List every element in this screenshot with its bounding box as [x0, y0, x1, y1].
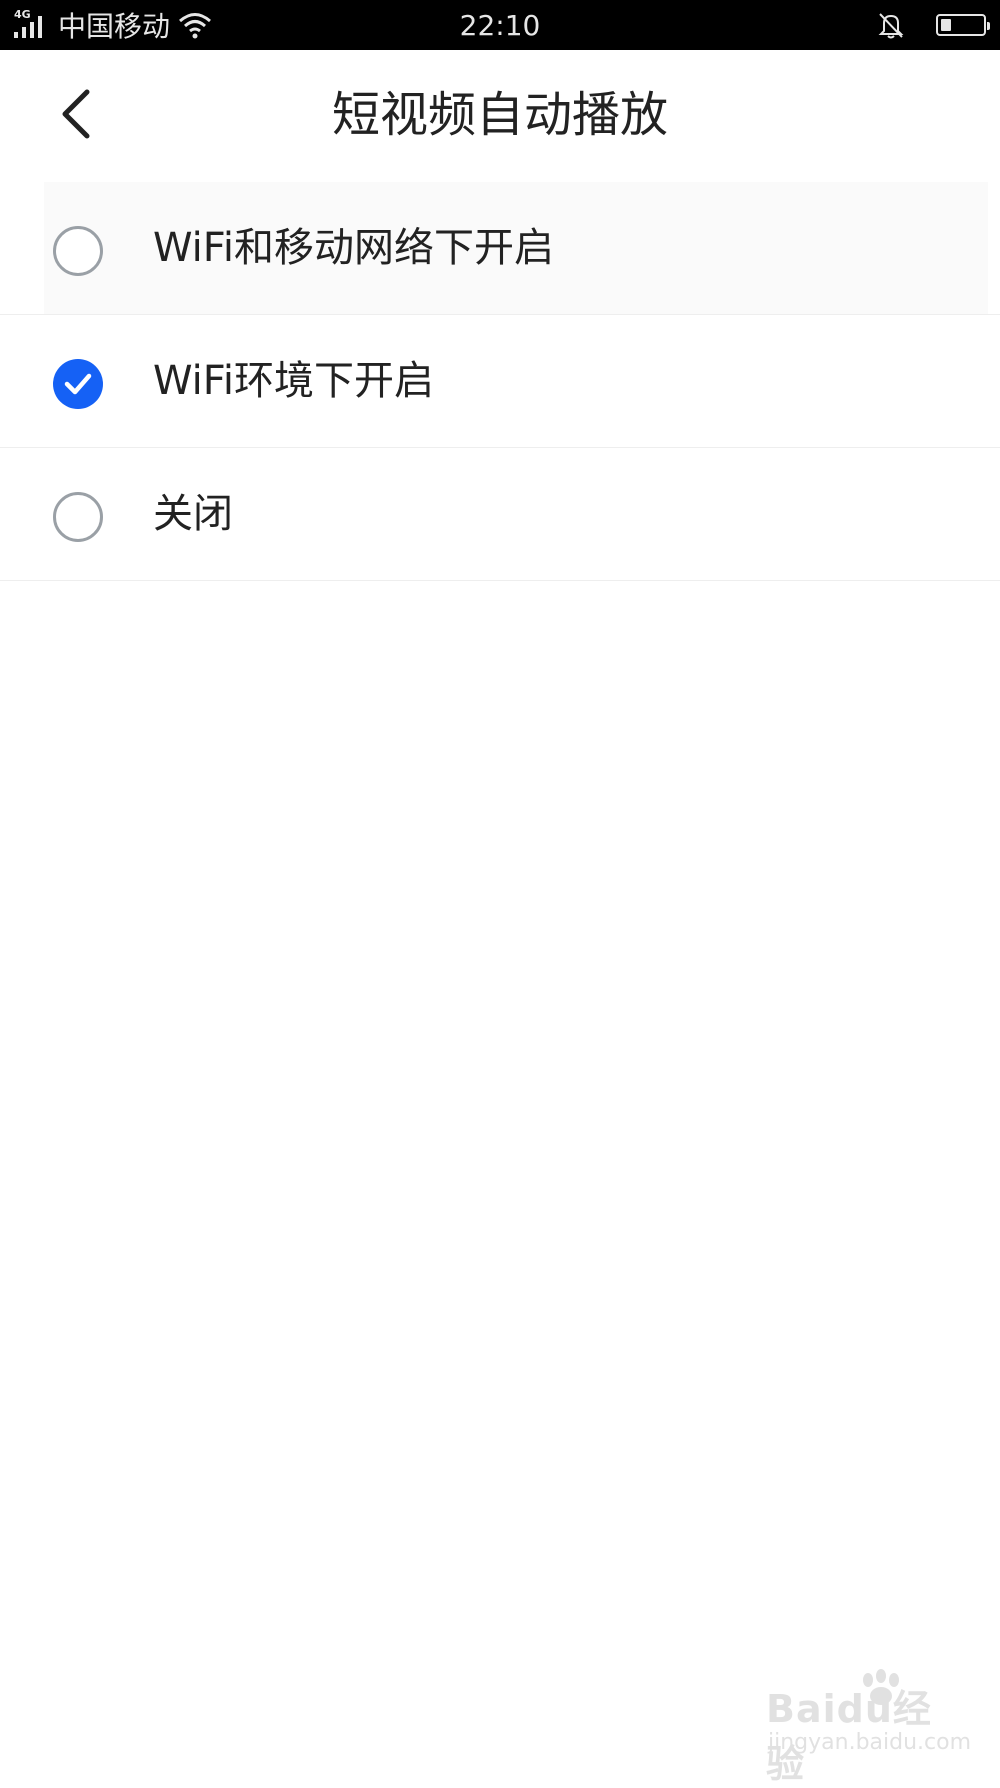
option-label: WiFi和移动网络下开启 [153, 225, 554, 271]
option-label: WiFi环境下开启 [153, 358, 434, 404]
radio-unchecked-icon[interactable] [53, 226, 103, 276]
battery-level [941, 19, 951, 31]
autoplay-options-list: WiFi和移动网络下开启 WiFi环境下开启 关闭 [0, 182, 1000, 581]
option-wifi-only[interactable]: WiFi环境下开启 [0, 315, 1000, 448]
radio-checked-icon[interactable] [53, 359, 103, 409]
status-bar: 4G 中国移动 22:10 [0, 0, 1000, 50]
option-wifi-and-mobile[interactable]: WiFi和移动网络下开启 [0, 182, 1000, 315]
status-right [876, 0, 990, 50]
bell-muted-icon [876, 10, 906, 40]
page-title: 短视频自动播放 [331, 87, 668, 143]
clock: 22:10 [459, 9, 541, 42]
checkmark-icon [64, 373, 92, 395]
radio-unchecked-icon[interactable] [53, 492, 103, 542]
watermark-url: jingyan.baidu.com [768, 1730, 972, 1755]
option-off[interactable]: 关闭 [0, 448, 1000, 581]
baidu-jingyan-watermark: Baidu经验 jingyan.baidu.com [764, 1668, 971, 1786]
option-label: 关闭 [153, 491, 233, 537]
battery-icon [936, 14, 990, 36]
header: 短视频自动播放 [0, 50, 1000, 182]
